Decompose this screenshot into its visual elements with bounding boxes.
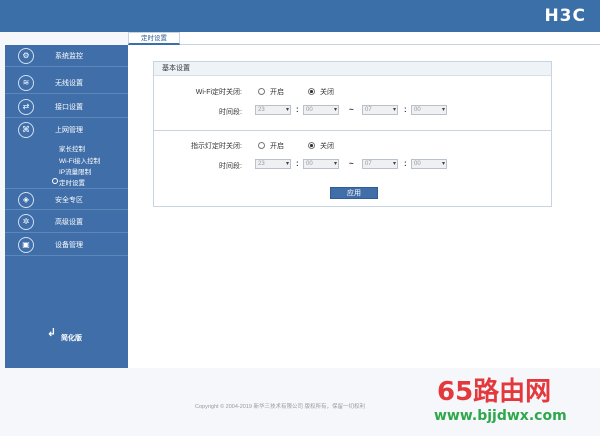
brand-logo: H3C bbox=[544, 6, 586, 26]
wifi-start-hour-select[interactable]: 23 ▾ bbox=[255, 105, 291, 115]
sidebar-item-label: 设备管理 bbox=[55, 242, 83, 249]
led-on-radio[interactable]: 开启 bbox=[258, 141, 284, 151]
radio-dot bbox=[258, 142, 265, 149]
wifi-schedule-label: Wi-Fi定时关闭: bbox=[195, 89, 242, 96]
subitem-parental-control[interactable]: 家长控制 bbox=[59, 143, 85, 153]
tab-strip: 定时设置 bbox=[128, 32, 600, 45]
return-arrow-icon: ↲ bbox=[47, 327, 57, 339]
colon-separator: : bbox=[296, 159, 299, 168]
chevron-down-icon: ▾ bbox=[333, 107, 337, 113]
device-icon: ▣ bbox=[18, 237, 34, 253]
panel-title: 基本设置 bbox=[154, 62, 551, 76]
sidebar-item-label: 上网管理 bbox=[55, 127, 83, 134]
radio-dot bbox=[308, 88, 315, 95]
sidebar: ⚙ 系统监控 ≋ 无线设置 ⇄ 接口设置 ⌘ 上网管理 家长控制 Wi-Fi接入… bbox=[5, 45, 128, 368]
copyright-text: Copyright © 2004-2019 新华三技术有限公司 版权所有，保留一… bbox=[195, 404, 366, 410]
led-schedule-label: 指示灯定时关闭: bbox=[191, 143, 242, 150]
apply-button[interactable]: 应用 bbox=[330, 187, 378, 199]
colon-separator: : bbox=[404, 159, 407, 168]
sidebar-item-interface[interactable]: ⇄ 接口设置 bbox=[5, 96, 128, 118]
led-off-radio[interactable]: 关闭 bbox=[308, 141, 334, 151]
subitem-ip-limit[interactable]: IP流量限制 bbox=[59, 166, 91, 176]
chevron-down-icon: ▾ bbox=[441, 107, 445, 113]
watermark-url: www.bjjdwx.com bbox=[434, 408, 567, 424]
internet-icon: ⌘ bbox=[18, 122, 34, 138]
chevron-down-icon: ▾ bbox=[392, 107, 396, 113]
simple-mode-label: 简化版 bbox=[61, 335, 82, 342]
wifi-off-radio[interactable]: 关闭 bbox=[308, 87, 334, 97]
wifi-end-hour-select[interactable]: 07 ▾ bbox=[362, 105, 398, 115]
top-bar: H3C bbox=[0, 0, 600, 32]
wifi-time-label: 时间段: bbox=[219, 109, 242, 116]
sidebar-item-advanced[interactable]: ✲ 高级设置 bbox=[5, 211, 128, 233]
shield-icon: ◈ bbox=[18, 192, 34, 208]
colon-separator: : bbox=[296, 105, 299, 114]
wireless-icon: ≋ bbox=[18, 75, 34, 91]
led-time-label: 时间段: bbox=[219, 163, 242, 170]
tilde-separator: ~ bbox=[349, 159, 354, 168]
sidebar-item-label: 无线设置 bbox=[55, 80, 83, 87]
led-end-min-select[interactable]: 00 ▾ bbox=[411, 159, 447, 169]
chevron-down-icon: ▾ bbox=[333, 161, 337, 167]
tilde-separator: ~ bbox=[349, 105, 354, 114]
watermark-main: 65路由网 bbox=[437, 377, 552, 407]
main-content: 基本设置 Wi-Fi定时关闭: 开启 关闭 时间段: 23 ▾ : 00 ▾ ~ 0… bbox=[128, 45, 600, 368]
chevron-down-icon: ▾ bbox=[285, 107, 289, 113]
simple-mode-link[interactable]: ↲ 简化版 bbox=[47, 328, 82, 343]
basic-settings-panel: 基本设置 Wi-Fi定时关闭: 开启 关闭 时间段: 23 ▾ : 00 ▾ ~ 0… bbox=[153, 61, 552, 207]
chevron-down-icon: ▾ bbox=[285, 161, 289, 167]
wifi-on-radio[interactable]: 开启 bbox=[258, 87, 284, 97]
sidebar-item-internet[interactable]: ⌘ 上网管理 bbox=[5, 119, 128, 141]
led-start-min-select[interactable]: 00 ▾ bbox=[303, 159, 339, 169]
section-divider bbox=[154, 130, 551, 131]
sidebar-item-label: 高级设置 bbox=[55, 219, 83, 226]
sidebar-item-security[interactable]: ◈ 安全专区 bbox=[5, 188, 128, 210]
subitem-wifi-access[interactable]: Wi-Fi接入控制 bbox=[59, 155, 100, 165]
tab-schedule[interactable]: 定时设置 bbox=[128, 32, 180, 45]
sidebar-item-label: 安全专区 bbox=[55, 197, 83, 204]
interface-icon: ⇄ bbox=[18, 99, 34, 115]
chevron-down-icon: ▾ bbox=[441, 161, 445, 167]
sidebar-item-system-monitor[interactable]: ⚙ 系统监控 bbox=[5, 45, 128, 67]
led-end-hour-select[interactable]: 07 ▾ bbox=[362, 159, 398, 169]
colon-separator: : bbox=[404, 105, 407, 114]
settings-icon: ✲ bbox=[18, 214, 34, 230]
sidebar-item-label: 接口设置 bbox=[55, 104, 83, 111]
radio-dot bbox=[258, 88, 265, 95]
sidebar-item-label: 系统监控 bbox=[55, 53, 83, 60]
subitem-schedule[interactable]: 定时设置 bbox=[52, 177, 85, 187]
chevron-down-icon: ▾ bbox=[392, 161, 396, 167]
led-start-hour-select[interactable]: 23 ▾ bbox=[255, 159, 291, 169]
radio-dot bbox=[308, 142, 315, 149]
sidebar-item-wireless[interactable]: ≋ 无线设置 bbox=[5, 72, 128, 94]
wifi-end-min-select[interactable]: 00 ▾ bbox=[411, 105, 447, 115]
wifi-start-min-select[interactable]: 00 ▾ bbox=[303, 105, 339, 115]
monitor-icon: ⚙ bbox=[18, 48, 34, 64]
sidebar-item-device[interactable]: ▣ 设备管理 bbox=[5, 234, 128, 256]
